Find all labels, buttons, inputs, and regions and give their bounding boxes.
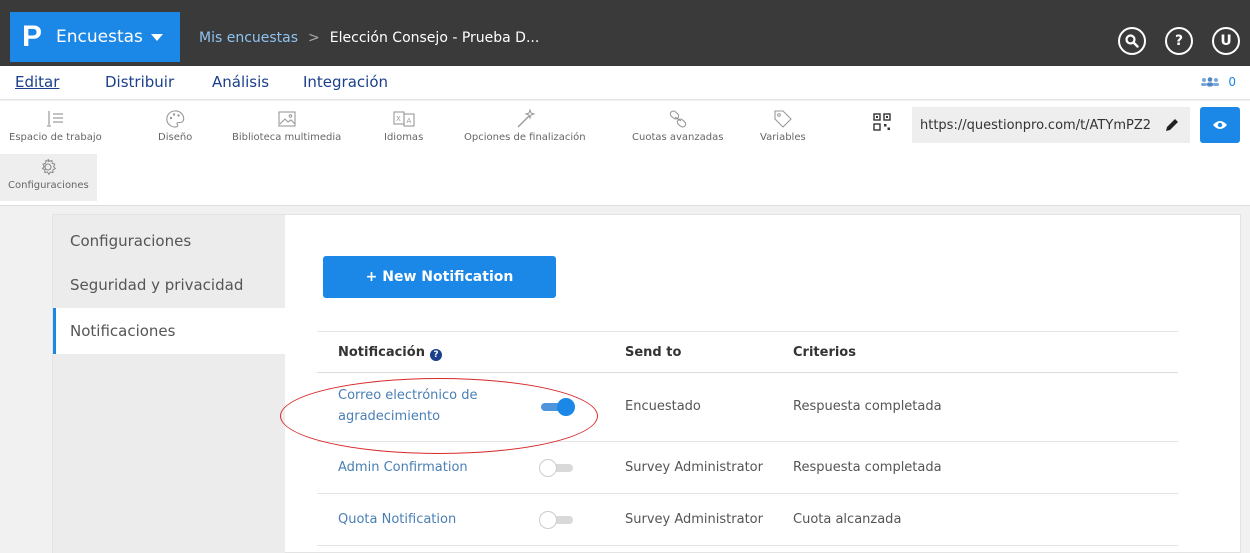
link-icon (669, 110, 686, 128)
table-header: Notificación? Send to Criterios (317, 331, 1178, 373)
tool-languages[interactable]: XA Idiomas (384, 106, 423, 143)
tool-advanced-quotas[interactable]: Cuotas avanzadas (632, 106, 723, 143)
palette-icon (166, 110, 185, 128)
sidebar-item-notifications[interactable]: Notificaciones (53, 308, 285, 354)
tool-label: Configuraciones (8, 180, 89, 191)
breadcrumb: Mis encuestas > Elección Consejo - Prueb… (199, 30, 539, 46)
tool-label: Cuotas avanzadas (632, 132, 724, 143)
tool-label: Biblioteca multimedia (232, 132, 342, 143)
translate-icon: XA (393, 111, 415, 127)
criteria-value: Respuesta completada (793, 460, 942, 475)
tool-label: Idiomas (384, 132, 424, 143)
gear-icon (42, 158, 57, 176)
sidebar-item-security[interactable]: Seguridad y privacidad (53, 262, 285, 308)
eye-icon (1213, 121, 1227, 129)
product-switcher[interactable]: P Encuestas (10, 12, 180, 62)
menu-integracion[interactable]: Integración (303, 73, 388, 91)
menu-editar[interactable]: Editar (15, 73, 59, 91)
tool-design[interactable]: Diseño (158, 106, 192, 143)
header-send-to: Send to (625, 345, 682, 360)
editor-toolbar: Espacio de trabajo Diseño Biblioteca mul… (0, 101, 1250, 206)
tool-label: Diseño (158, 132, 193, 143)
survey-url[interactable]: https://questionpro.com/t/ATYmPZ2 (920, 118, 1151, 133)
search-icon (1125, 34, 1139, 48)
tool-completion-options[interactable]: Opciones de finalización (464, 106, 586, 143)
breadcrumb-separator: > (308, 30, 320, 46)
notification-toggle[interactable] (539, 511, 575, 529)
top-bar: P Encuestas Mis encuestas > Elección Con… (0, 0, 1250, 66)
notifications-table: Notificación? Send to Criterios Correo e… (317, 331, 1178, 546)
send-to-value: Encuestado (625, 399, 701, 414)
table-row: Quota Notification Survey Administrator … (317, 494, 1178, 546)
settings-sidebar: Configuraciones Seguridad y privacidad N… (53, 215, 285, 553)
notification-name[interactable]: Quota Notification (338, 512, 456, 527)
collaborators-count: 0 (1228, 75, 1236, 89)
settings-panel: Configuraciones Seguridad y privacidad N… (52, 214, 1241, 553)
tool-label: Variables (760, 132, 806, 143)
criteria-value: Respuesta completada (793, 399, 942, 414)
workspace-icon (47, 111, 64, 127)
breadcrumb-my-surveys[interactable]: Mis encuestas (199, 30, 298, 46)
search-button[interactable] (1118, 27, 1146, 55)
menu-analisis[interactable]: Análisis (212, 73, 269, 91)
tool-label: Espacio de trabajo (9, 132, 102, 143)
tag-icon (774, 110, 792, 128)
pencil-icon[interactable] (1164, 117, 1180, 133)
header-notification: Notificación? (338, 345, 442, 361)
notification-toggle[interactable] (539, 459, 575, 477)
collaborators-indicator[interactable]: 0 (1200, 75, 1236, 89)
table-row: Correo electrónico de agradecimiento Enc… (317, 373, 1178, 442)
criteria-value: Cuota alcanzada (793, 512, 902, 527)
qr-code-button[interactable] (873, 113, 891, 135)
notification-toggle[interactable] (539, 398, 575, 416)
sidebar-item-configuraciones[interactable]: Configuraciones (53, 218, 285, 264)
notification-name[interactable]: Admin Confirmation (338, 460, 468, 475)
help-button[interactable]: ? (1165, 27, 1193, 55)
notification-name[interactable]: Correo electrónico de agradecimiento (338, 385, 478, 427)
app-logo: P (22, 20, 43, 53)
qr-code-icon (873, 113, 891, 131)
svg-text:X: X (396, 115, 401, 123)
tool-label: Opciones de finalización (464, 132, 586, 143)
info-icon[interactable]: ? (429, 349, 442, 361)
main-menu: Editar Distribuir Análisis Integración 0 (0, 66, 1250, 100)
user-avatar-button[interactable]: U (1212, 27, 1240, 55)
tool-media-library[interactable]: Biblioteca multimedia (232, 106, 341, 143)
caret-down-icon (150, 33, 163, 41)
send-to-value: Survey Administrator (625, 460, 763, 475)
tool-variables[interactable]: Variables (760, 106, 806, 143)
header-criteria: Criterios (793, 345, 856, 360)
table-row: Admin Confirmation Survey Administrator … (317, 442, 1178, 494)
send-to-value: Survey Administrator (625, 512, 763, 527)
tool-configurations[interactable]: Configuraciones (0, 154, 97, 201)
survey-title[interactable]: Elección Consejo - Prueba D... (330, 30, 540, 46)
users-icon (1201, 77, 1220, 87)
svg-text:A: A (406, 117, 411, 125)
preview-button[interactable] (1200, 107, 1240, 143)
wand-icon (517, 108, 536, 128)
image-icon (278, 111, 296, 127)
tool-workspace[interactable]: Espacio de trabajo (9, 106, 102, 143)
menu-distribuir[interactable]: Distribuir (105, 73, 174, 91)
product-name: Encuestas (56, 27, 143, 47)
new-notification-button[interactable]: + New Notification (323, 256, 556, 298)
survey-url-field[interactable]: https://questionpro.com/t/ATYmPZ2 (912, 107, 1190, 143)
